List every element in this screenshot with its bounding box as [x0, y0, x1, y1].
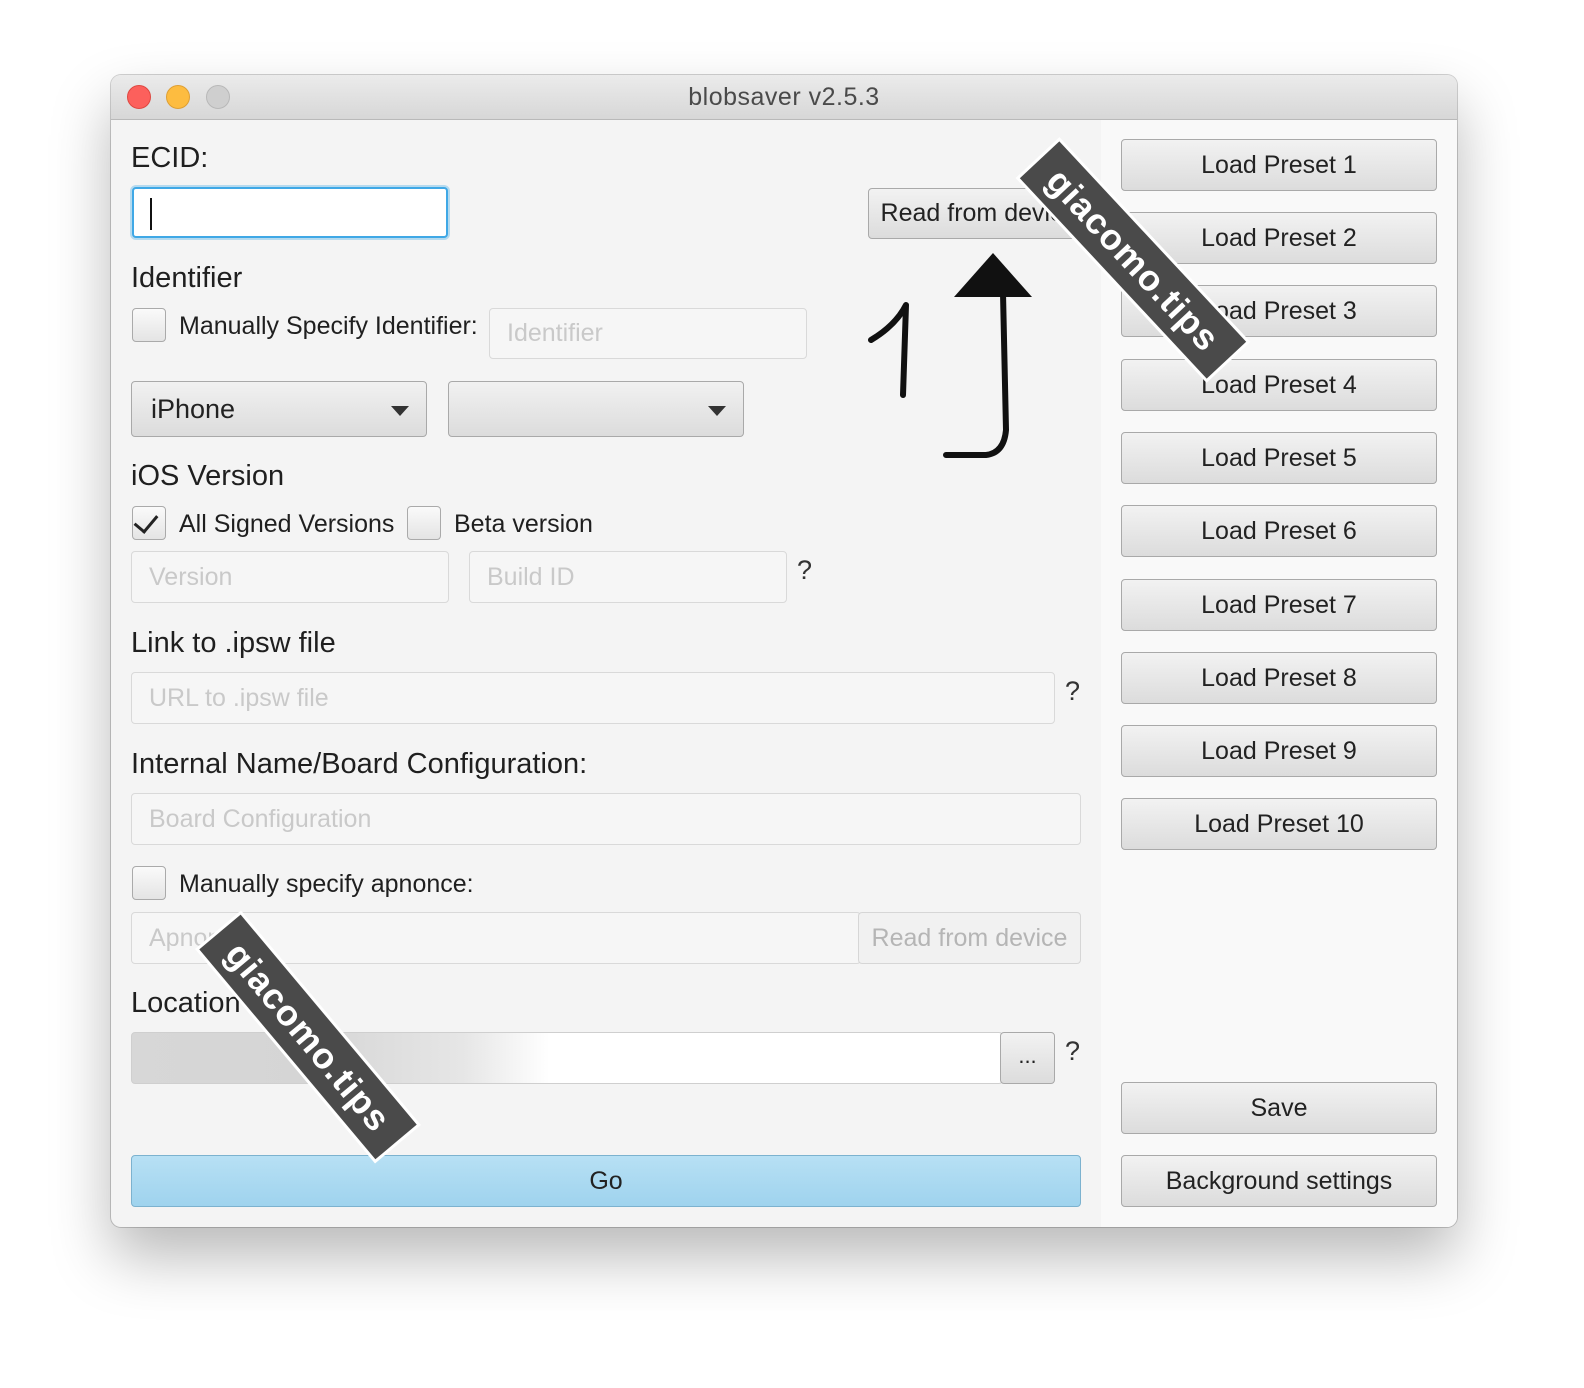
device-type-select[interactable]: iPhone [131, 381, 427, 437]
ipsw-url-input[interactable]: URL to .ipsw file [131, 672, 1055, 724]
load-preset-4-button[interactable]: Load Preset 4 [1121, 359, 1437, 411]
ipsw-help-button[interactable]: ? [1065, 676, 1080, 707]
load-preset-2-button[interactable]: Load Preset 2 [1121, 212, 1437, 264]
ipsw-section-label: Link to .ipsw file [131, 627, 336, 659]
manual-apnonce-label: Manually specify apnonce: [179, 870, 474, 898]
arrow-annotation-icon [868, 253, 1032, 458]
board-config-section-label: Internal Name/Board Configuration: [131, 748, 588, 780]
location-help-button[interactable]: ? [1065, 1036, 1080, 1067]
identifier-section-label: Identifier [131, 262, 243, 294]
load-preset-5-button[interactable]: Load Preset 5 [1121, 432, 1437, 484]
all-signed-versions-label: All Signed Versions [179, 510, 395, 538]
load-preset-6-button[interactable]: Load Preset 6 [1121, 505, 1437, 557]
title-bar: blobsaver v2.5.3 [111, 75, 1457, 120]
ecid-label: ECID: [131, 142, 209, 174]
window-title: blobsaver v2.5.3 [688, 83, 880, 111]
manual-identifier-label: Manually Specify Identifier: [179, 312, 478, 340]
text-caret [150, 198, 152, 230]
board-config-input[interactable]: Board Configuration [131, 793, 1081, 845]
apnonce-read-from-device-button[interactable]: Read from device [858, 912, 1081, 964]
browse-location-button[interactable]: ... [1000, 1032, 1055, 1084]
device-type-value: iPhone [151, 394, 236, 424]
load-preset-1-button[interactable]: Load Preset 1 [1121, 139, 1437, 191]
beta-version-label: Beta version [454, 510, 593, 538]
chevron-down-icon [708, 406, 726, 416]
build-id-input[interactable]: Build ID [469, 551, 787, 603]
manual-apnonce-checkbox[interactable] [132, 866, 166, 900]
background-settings-button[interactable]: Background settings [1121, 1155, 1437, 1207]
location-input[interactable] [131, 1032, 1003, 1084]
device-model-select[interactable] [448, 381, 744, 437]
save-button[interactable]: Save [1121, 1082, 1437, 1134]
identifier-input[interactable]: Identifier [489, 308, 807, 359]
load-preset-9-button[interactable]: Load Preset 9 [1121, 725, 1437, 777]
load-preset-8-button[interactable]: Load Preset 8 [1121, 652, 1437, 704]
version-input[interactable]: Version [131, 551, 449, 603]
load-preset-10-button[interactable]: Load Preset 10 [1121, 798, 1437, 850]
chevron-down-icon [391, 406, 409, 416]
version-help-button[interactable]: ? [797, 555, 812, 586]
beta-version-checkbox[interactable] [407, 506, 441, 540]
all-signed-versions-checkbox[interactable] [132, 506, 166, 540]
load-preset-7-button[interactable]: Load Preset 7 [1121, 579, 1437, 631]
location-section-label: Location [131, 987, 241, 1019]
go-button[interactable]: Go [131, 1155, 1081, 1207]
manual-identifier-checkbox[interactable] [132, 308, 166, 342]
ecid-input[interactable] [132, 187, 448, 238]
checkmark-icon [133, 508, 159, 534]
app-window: blobsaver v2.5.3 ECID: Read from device … [111, 75, 1457, 1227]
ios-version-section-label: iOS Version [131, 460, 285, 492]
